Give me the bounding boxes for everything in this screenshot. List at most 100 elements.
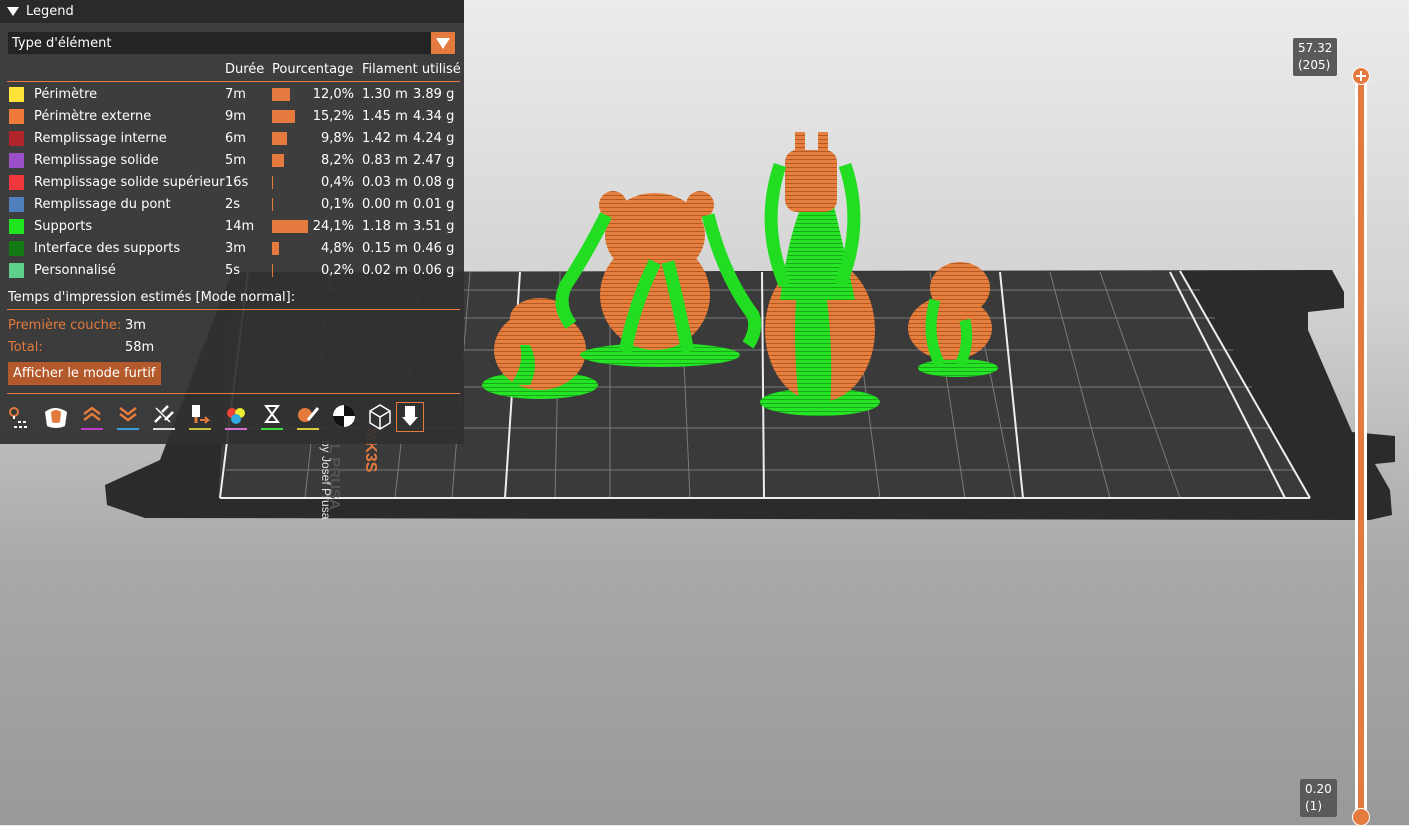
feature-duration: 2s <box>225 197 241 212</box>
color-changes-icon[interactable] <box>222 402 250 432</box>
feature-duration: 6m <box>225 131 246 146</box>
pause-icon[interactable] <box>258 402 286 432</box>
divider <box>7 393 460 394</box>
legend-header[interactable]: Legend <box>0 0 464 23</box>
feature-duration: 5m <box>225 153 246 168</box>
deretractions-icon[interactable] <box>114 402 142 432</box>
feature-name: Remplissage interne <box>34 131 167 146</box>
feature-weight: 4.34 g <box>413 109 455 124</box>
feature-percentage: 0,4% <box>320 175 354 190</box>
lower-thumb[interactable] <box>1352 808 1370 826</box>
color-swatch <box>9 153 24 168</box>
feature-row[interactable]: Remplissage solide supérieur 16s 0,4% 0.03 … <box>0 172 464 194</box>
feature-percentage: 4,8% <box>320 241 354 256</box>
estimated-time-label: Temps d'impression estimés [Mode normal]… <box>8 290 296 305</box>
feature-row[interactable]: Périmètre externe 9m 15,2% 1.45 m 4.34 g <box>0 106 464 128</box>
feature-length: 0.02 m <box>362 263 408 278</box>
divider <box>7 309 460 310</box>
feature-name: Interface des supports <box>34 241 181 256</box>
feature-length: 0.15 m <box>362 241 408 256</box>
seams-icon[interactable] <box>150 402 178 432</box>
feature-row[interactable]: Interface des supports 3m 4,8% 0.15 m 0.46 g <box>0 238 464 260</box>
feature-percentage: 0,1% <box>320 197 354 212</box>
upper-height: 57.32 <box>1298 41 1333 55</box>
bed-author-text: by Josef Prusa <box>319 440 333 520</box>
feature-weight: 0.08 g <box>413 175 455 190</box>
center-of-gravity-icon[interactable] <box>330 402 358 432</box>
color-swatch <box>9 219 24 234</box>
column-percentage: Pourcentage <box>272 62 354 77</box>
tool-marker-icon[interactable] <box>396 402 424 432</box>
view-type-value: Type d'élément <box>12 36 112 51</box>
feature-weight: 0.46 g <box>413 241 455 256</box>
retractions-icon[interactable] <box>78 402 106 432</box>
total-label: Total: <box>8 340 43 355</box>
legend-title: Legend <box>26 4 74 19</box>
feature-percentage: 9,8% <box>320 131 354 146</box>
color-swatch <box>9 175 24 190</box>
feature-row[interactable]: Supports 14m 24,1% 1.18 m 3.51 g <box>0 216 464 238</box>
custom-gcode-icon[interactable] <box>294 402 322 432</box>
color-swatch <box>9 197 24 212</box>
color-swatch <box>9 87 24 102</box>
feature-weight: 0.06 g <box>413 263 455 278</box>
feature-name: Remplissage solide supérieur <box>34 175 225 190</box>
first-layer-label: Première couche: <box>8 318 122 333</box>
legend-panel: Legend Type d'élément Durée Pourcentage … <box>0 0 464 444</box>
layer-slider-range <box>1358 76 1364 821</box>
feature-duration: 9m <box>225 109 246 124</box>
first-layer-value: 3m <box>125 318 146 333</box>
divider <box>7 81 460 82</box>
feature-percentage: 8,2% <box>320 153 354 168</box>
lower-thumb-tooltip: 0.20 (1) <box>1300 779 1337 817</box>
feature-duration: 7m <box>225 87 246 102</box>
feature-row[interactable]: Périmètre 7m 12,0% 1.30 m 3.89 g <box>0 84 464 106</box>
feature-percentage: 24,1% <box>312 219 354 234</box>
feature-name: Supports <box>34 219 93 234</box>
color-swatch <box>9 263 24 278</box>
feature-length: 0.83 m <box>362 153 408 168</box>
show-stealth-mode-button[interactable]: Afficher le mode furtif <box>8 362 161 385</box>
feature-length: 0.03 m <box>362 175 408 190</box>
shells-icon[interactable] <box>366 402 394 432</box>
feature-row[interactable]: Remplissage du pont 2s 0,1% 0.00 m 0.01 g <box>0 194 464 216</box>
feature-weight: 3.89 g <box>413 87 455 102</box>
feature-row[interactable]: Personnalisé 5s 0,2% 0.02 m 0.06 g <box>0 260 464 282</box>
feature-length: 1.18 m <box>362 219 408 234</box>
feature-weight: 0.01 g <box>413 197 455 212</box>
color-swatch <box>9 109 24 124</box>
plus-icon <box>1356 71 1366 81</box>
feature-row[interactable]: Remplissage solide 5m 8,2% 0.83 m 2.47 g <box>0 150 464 172</box>
feature-length: 1.30 m <box>362 87 408 102</box>
feature-name: Périmètre externe <box>34 109 152 124</box>
feature-duration: 3m <box>225 241 246 256</box>
collapse-triangle-icon[interactable] <box>7 7 19 16</box>
feature-weight: 2.47 g <box>413 153 455 168</box>
feature-weight: 4.24 g <box>413 131 455 146</box>
feature-row[interactable]: Remplissage interne 6m 9,8% 1.42 m 4.24 g <box>0 128 464 150</box>
feature-length: 0.00 m <box>362 197 408 212</box>
upper-layer: (205) <box>1298 58 1331 72</box>
wipe-icon[interactable] <box>42 402 70 432</box>
total-value: 58m <box>125 340 155 355</box>
view-type-select[interactable]: Type d'élément <box>7 31 456 55</box>
tool-changes-icon[interactable] <box>186 402 214 432</box>
travel-icon[interactable] <box>6 402 34 432</box>
color-swatch <box>9 241 24 256</box>
column-duration: Durée <box>225 62 265 77</box>
feature-duration: 16s <box>225 175 249 190</box>
feature-length: 1.42 m <box>362 131 408 146</box>
feature-name: Périmètre <box>34 87 98 102</box>
upper-thumb[interactable] <box>1352 67 1370 85</box>
feature-weight: 3.51 g <box>413 219 455 234</box>
column-filament: Filament utilisé <box>362 62 461 77</box>
chevron-down-icon[interactable] <box>431 32 455 54</box>
feature-length: 1.45 m <box>362 109 408 124</box>
feature-name: Personnalisé <box>34 263 116 278</box>
feature-percentage: 12,0% <box>312 87 354 102</box>
lower-layer: (1) <box>1305 799 1322 813</box>
upper-thumb-tooltip: 57.32 (205) <box>1293 38 1338 76</box>
feature-percentage: 0,2% <box>320 263 354 278</box>
lower-height: 0.20 <box>1305 782 1332 796</box>
feature-percentage: 15,2% <box>312 109 354 124</box>
